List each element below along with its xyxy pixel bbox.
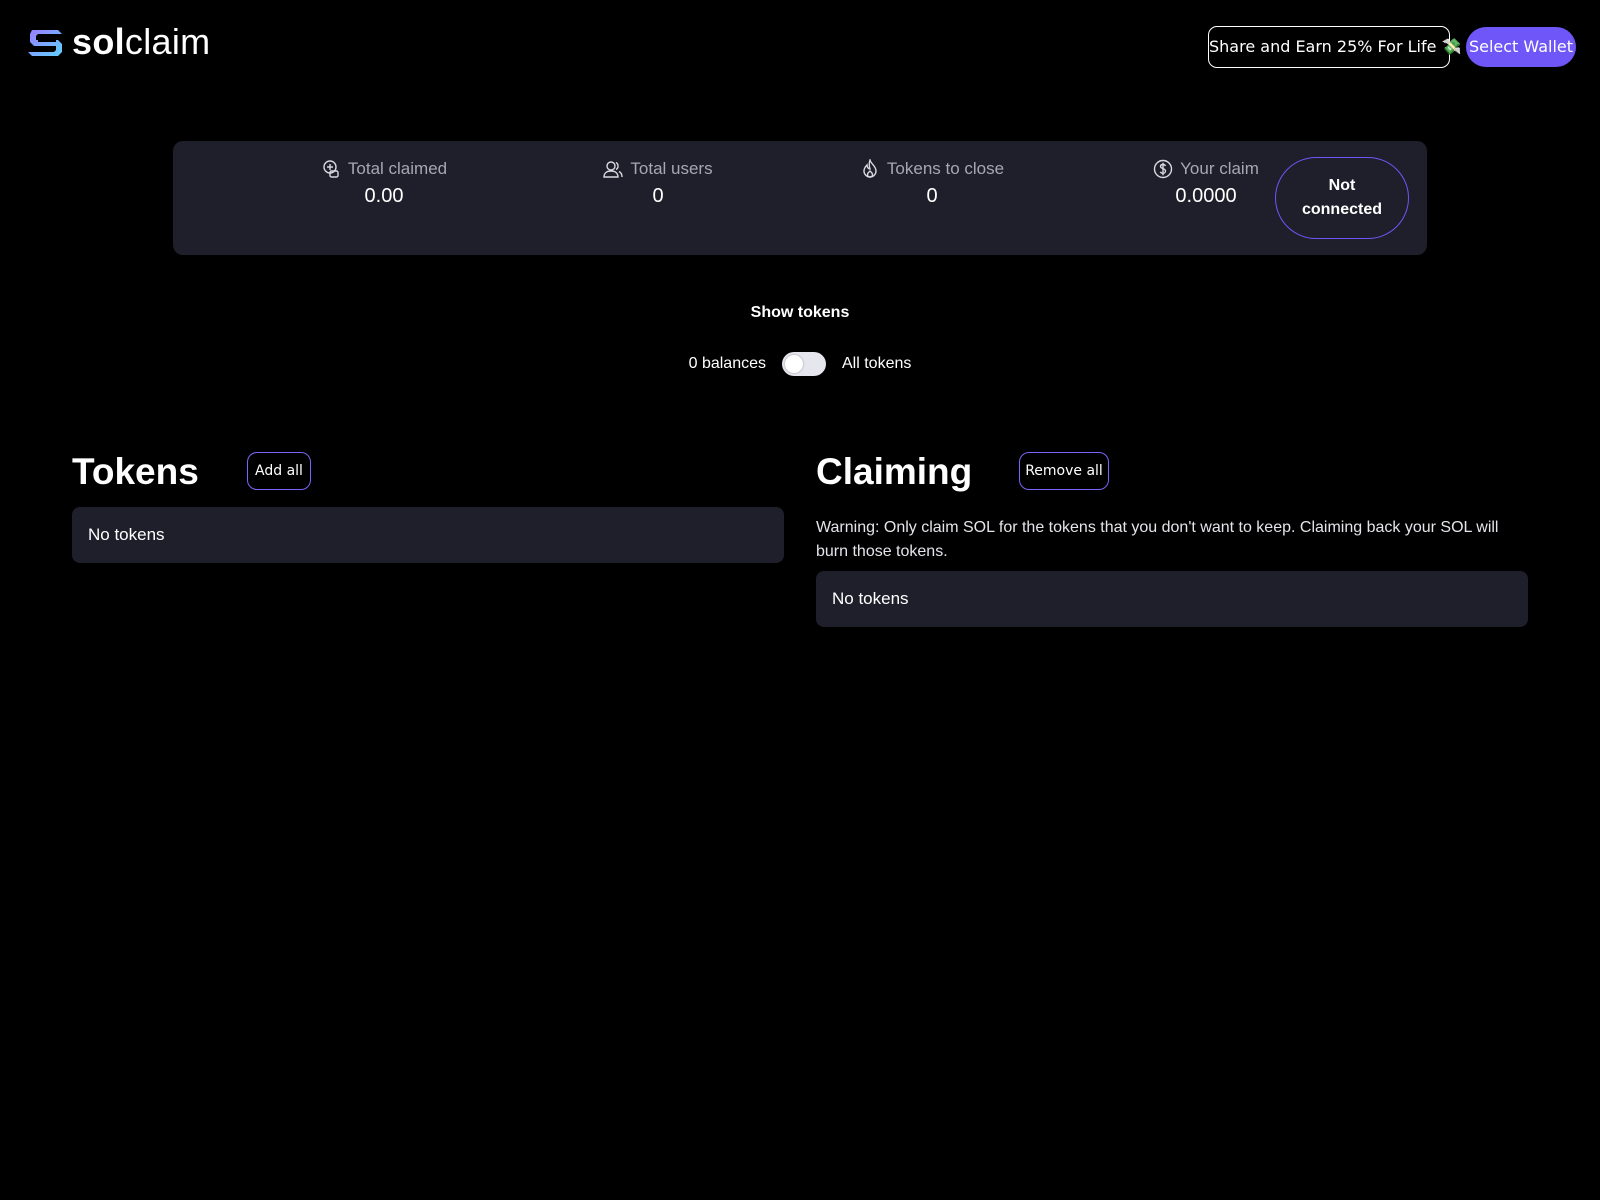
token-filter-toggle-row: 0 balances All tokens (0, 352, 1600, 376)
select-wallet-button[interactable]: Select Wallet (1466, 27, 1576, 67)
stat-total-claimed: Total claimed 0.00 (269, 157, 499, 208)
stat-total-users: Total users 0 (543, 157, 773, 208)
show-tokens-title: Show tokens (750, 304, 850, 321)
toggle-knob (785, 355, 803, 373)
claiming-title: Claiming (816, 451, 973, 492)
logo[interactable]: solclaim (28, 22, 210, 62)
users-icon (603, 161, 624, 178)
add-all-button[interactable]: Add all (247, 452, 311, 490)
stat-value: 0 (926, 185, 938, 207)
logo-text-sol: sol (72, 21, 125, 62)
share-and-earn-button[interactable]: Share and Earn 25% For Life 💸 (1208, 26, 1461, 68)
flame-icon (863, 159, 877, 178)
connection-status-badge: Not connected (1275, 157, 1409, 239)
stat-label: Tokens to close (886, 159, 1005, 178)
token-filter-toggle[interactable] (782, 352, 826, 376)
stat-tokens-to-close: Tokens to close 0 (817, 157, 1047, 208)
stat-label: Total claimed (347, 159, 448, 178)
stats-panel: Total claimed 0.00 Total users 0 Tokens … (173, 141, 1427, 255)
tokens-list-empty: No tokens (72, 507, 784, 563)
toggle-left-label: 0 balances (688, 355, 766, 372)
stat-value: 0.00 (364, 185, 404, 207)
tokens-title: Tokens (72, 451, 199, 492)
stat-value: 0 (652, 185, 664, 207)
stat-label: Total users (630, 159, 713, 178)
claiming-list-empty: No tokens (816, 571, 1528, 627)
remove-all-button[interactable]: Remove all (1019, 452, 1109, 490)
claiming-warning: Warning: Only claim SOL for the tokens t… (816, 519, 1499, 560)
coins-icon (323, 160, 339, 178)
stat-label: Your claim (1180, 159, 1259, 178)
header: solclaim Share and Earn 25% For Life 💸 S… (0, 0, 1600, 90)
logo-text-claim: claim (124, 21, 211, 62)
solclaim-logo-icon (28, 30, 62, 56)
toggle-right-label: All tokens (842, 355, 912, 372)
dollar-circle-icon (1153, 159, 1173, 179)
